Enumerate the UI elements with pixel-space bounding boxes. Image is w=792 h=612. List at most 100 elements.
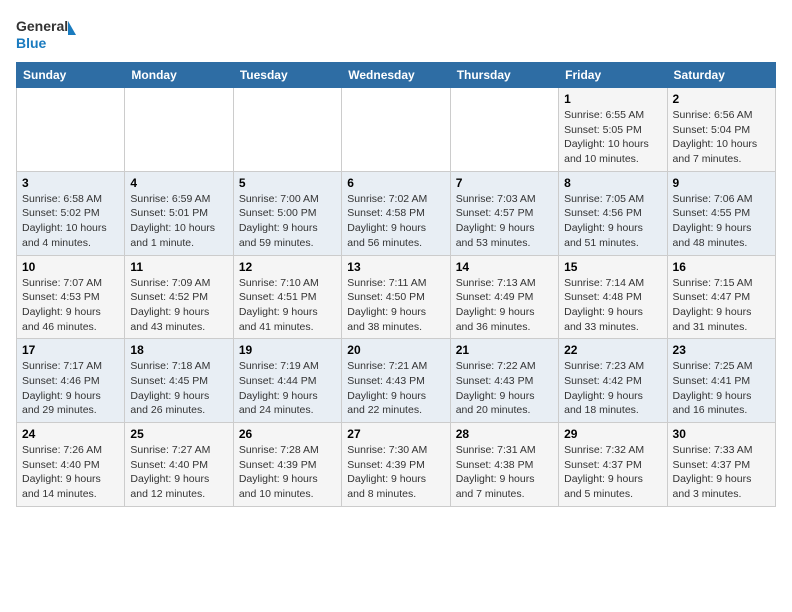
calendar-cell: 24Sunrise: 7:26 AM Sunset: 4:40 PM Dayli… [17,423,125,507]
day-number: 10 [22,260,119,274]
day-info: Sunrise: 7:27 AM Sunset: 4:40 PM Dayligh… [130,443,227,502]
day-info: Sunrise: 7:23 AM Sunset: 4:42 PM Dayligh… [564,359,661,418]
day-info: Sunrise: 7:33 AM Sunset: 4:37 PM Dayligh… [673,443,770,502]
calendar-cell: 29Sunrise: 7:32 AM Sunset: 4:37 PM Dayli… [559,423,667,507]
calendar-cell: 13 Sunrise: 7:11 AM Sunset: 4:50 PM Dayli… [342,255,450,339]
calendar-cell [17,88,125,172]
day-number: 22 [564,343,661,357]
calendar-cell: 7Sunrise: 7:03 AM Sunset: 4:57 PM Daylig… [450,171,558,255]
day-info: Sunrise: 7:11 AM Sunset: 4:50 PM Dayligh… [347,276,444,335]
day-number: 8 [564,176,661,190]
weekday-header-thursday: Thursday [450,63,558,88]
day-info: Sunrise: 7:07 AM Sunset: 4:53 PM Dayligh… [22,276,119,335]
day-info: Sunrise: 7:02 AM Sunset: 4:58 PM Dayligh… [347,192,444,251]
day-info: Sunrise: 7:25 AM Sunset: 4:41 PM Dayligh… [673,359,770,418]
week-row-5: 24Sunrise: 7:26 AM Sunset: 4:40 PM Dayli… [17,423,776,507]
weekday-header-tuesday: Tuesday [233,63,341,88]
calendar-cell: 17Sunrise: 7:17 AM Sunset: 4:46 PM Dayli… [17,339,125,423]
day-number: 20 [347,343,444,357]
day-info: Sunrise: 7:14 AM Sunset: 4:48 PM Dayligh… [564,276,661,335]
week-row-3: 10 Sunrise: 7:07 AM Sunset: 4:53 PM Dayli… [17,255,776,339]
calendar-cell: 6 Sunrise: 7:02 AM Sunset: 4:58 PM Daylig… [342,171,450,255]
day-number: 26 [239,427,336,441]
day-number: 4 [130,176,227,190]
day-number: 15 [564,260,661,274]
day-number: 25 [130,427,227,441]
weekday-header-sunday: Sunday [17,63,125,88]
week-row-4: 17Sunrise: 7:17 AM Sunset: 4:46 PM Dayli… [17,339,776,423]
day-number: 27 [347,427,444,441]
day-number: 1 [564,92,661,106]
day-info: Sunrise: 7:19 AM Sunset: 4:44 PM Dayligh… [239,359,336,418]
calendar-cell: 2Sunrise: 6:56 AM Sunset: 5:04 PM Daylig… [667,88,775,172]
calendar-cell: 23 Sunrise: 7:25 AM Sunset: 4:41 PM Dayli… [667,339,775,423]
day-number: 14 [456,260,553,274]
svg-text:Blue: Blue [16,35,47,51]
day-number: 17 [22,343,119,357]
day-info: Sunrise: 7:28 AM Sunset: 4:39 PM Dayligh… [239,443,336,502]
weekday-header-monday: Monday [125,63,233,88]
day-info: Sunrise: 7:30 AM Sunset: 4:39 PM Dayligh… [347,443,444,502]
calendar-cell: 12 Sunrise: 7:10 AM Sunset: 4:51 PM Dayli… [233,255,341,339]
day-info: Sunrise: 7:06 AM Sunset: 4:55 PM Dayligh… [673,192,770,251]
svg-text:General: General [16,18,68,34]
calendar-cell [450,88,558,172]
calendar-cell: 16Sunrise: 7:15 AM Sunset: 4:47 PM Dayli… [667,255,775,339]
calendar-cell: 22 Sunrise: 7:23 AM Sunset: 4:42 PM Dayli… [559,339,667,423]
day-number: 3 [22,176,119,190]
calendar-table: SundayMondayTuesdayWednesdayThursdayFrid… [16,62,776,507]
logo-svg: GeneralBlue [16,16,76,54]
calendar-cell: 4 Sunrise: 6:59 AM Sunset: 5:01 PM Daylig… [125,171,233,255]
day-info: Sunrise: 6:58 AM Sunset: 5:02 PM Dayligh… [22,192,119,251]
weekday-header-wednesday: Wednesday [342,63,450,88]
day-number: 13 [347,260,444,274]
day-number: 28 [456,427,553,441]
week-row-1: 1 Sunrise: 6:55 AM Sunset: 5:05 PM Daylig… [17,88,776,172]
day-info: Sunrise: 7:31 AM Sunset: 4:38 PM Dayligh… [456,443,553,502]
calendar-cell: 21Sunrise: 7:22 AM Sunset: 4:43 PM Dayli… [450,339,558,423]
day-number: 12 [239,260,336,274]
logo: GeneralBlue [16,16,76,54]
day-info: Sunrise: 6:55 AM Sunset: 5:05 PM Dayligh… [564,108,661,167]
day-number: 30 [673,427,770,441]
calendar-cell: 28 Sunrise: 7:31 AM Sunset: 4:38 PM Dayli… [450,423,558,507]
calendar-cell: 26 Sunrise: 7:28 AM Sunset: 4:39 PM Dayli… [233,423,341,507]
calendar-cell [233,88,341,172]
day-info: Sunrise: 6:59 AM Sunset: 5:01 PM Dayligh… [130,192,227,251]
day-number: 9 [673,176,770,190]
day-number: 24 [22,427,119,441]
calendar-cell: 5 Sunrise: 7:00 AM Sunset: 5:00 PM Daylig… [233,171,341,255]
day-info: Sunrise: 7:00 AM Sunset: 5:00 PM Dayligh… [239,192,336,251]
weekday-header-row: SundayMondayTuesdayWednesdayThursdayFrid… [17,63,776,88]
day-info: Sunrise: 7:13 AM Sunset: 4:49 PM Dayligh… [456,276,553,335]
day-info: Sunrise: 7:05 AM Sunset: 4:56 PM Dayligh… [564,192,661,251]
day-info: Sunrise: 7:03 AM Sunset: 4:57 PM Dayligh… [456,192,553,251]
calendar-cell: 20 Sunrise: 7:21 AM Sunset: 4:43 PM Dayli… [342,339,450,423]
day-number: 6 [347,176,444,190]
day-info: Sunrise: 7:32 AM Sunset: 4:37 PM Dayligh… [564,443,661,502]
calendar-cell: 10 Sunrise: 7:07 AM Sunset: 4:53 PM Dayli… [17,255,125,339]
calendar-cell: 27 Sunrise: 7:30 AM Sunset: 4:39 PM Dayli… [342,423,450,507]
day-number: 18 [130,343,227,357]
calendar-cell: 30 Sunrise: 7:33 AM Sunset: 4:37 PM Dayli… [667,423,775,507]
day-number: 2 [673,92,770,106]
day-number: 11 [130,260,227,274]
day-info: Sunrise: 7:10 AM Sunset: 4:51 PM Dayligh… [239,276,336,335]
calendar-cell: 19 Sunrise: 7:19 AM Sunset: 4:44 PM Dayli… [233,339,341,423]
day-number: 19 [239,343,336,357]
calendar-cell: 8 Sunrise: 7:05 AM Sunset: 4:56 PM Daylig… [559,171,667,255]
day-number: 23 [673,343,770,357]
calendar-cell: 1 Sunrise: 6:55 AM Sunset: 5:05 PM Daylig… [559,88,667,172]
day-info: Sunrise: 7:22 AM Sunset: 4:43 PM Dayligh… [456,359,553,418]
header: GeneralBlue [16,16,776,54]
day-info: Sunrise: 7:21 AM Sunset: 4:43 PM Dayligh… [347,359,444,418]
day-number: 16 [673,260,770,274]
calendar-cell: 25 Sunrise: 7:27 AM Sunset: 4:40 PM Dayli… [125,423,233,507]
week-row-2: 3 Sunrise: 6:58 AM Sunset: 5:02 PM Daylig… [17,171,776,255]
weekday-header-saturday: Saturday [667,63,775,88]
day-number: 5 [239,176,336,190]
calendar-cell: 9 Sunrise: 7:06 AM Sunset: 4:55 PM Daylig… [667,171,775,255]
day-info: Sunrise: 7:18 AM Sunset: 4:45 PM Dayligh… [130,359,227,418]
calendar-cell: 14 Sunrise: 7:13 AM Sunset: 4:49 PM Dayli… [450,255,558,339]
day-info: Sunrise: 7:09 AM Sunset: 4:52 PM Dayligh… [130,276,227,335]
